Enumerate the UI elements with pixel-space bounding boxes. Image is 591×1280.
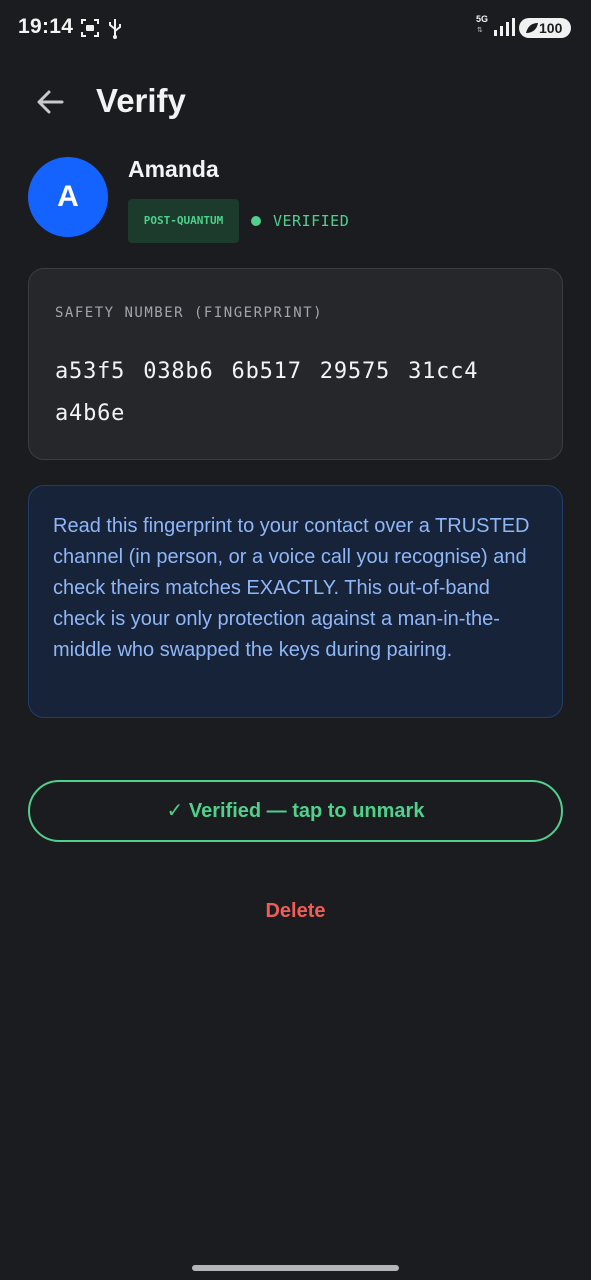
verification-info-box: Read this fingerprint to your contact ov… [28, 485, 563, 718]
signal-icon [494, 18, 515, 36]
avatar: A [28, 157, 108, 237]
contact-name: Amanda [128, 156, 219, 182]
screenshot-icon [81, 19, 99, 37]
fingerprint-value: a53f5 038b6 6b517 29575 31cc4 a4b6e [55, 359, 479, 426]
usb-icon [109, 19, 121, 39]
verify-screen: 19:14 5G ⇅ 100 Verify A Amanda POST-QUAN… [0, 0, 591, 1280]
verification-info-text: Read this fingerprint to your contact ov… [53, 515, 530, 661]
fingerprint-card: SAFETY NUMBER (FINGERPRINT) a53f5 038b6 … [28, 268, 563, 460]
home-indicator[interactable] [192, 1265, 399, 1271]
battery-saver-icon [526, 23, 538, 33]
fingerprint-label: SAFETY NUMBER (FINGERPRINT) [55, 305, 324, 321]
status-bar: 19:14 5G ⇅ 100 [0, 0, 591, 56]
page-title: Verify [96, 82, 186, 119]
delete-button[interactable]: Delete [245, 895, 346, 927]
verified-status-label: VERIFIED [273, 212, 350, 230]
status-time: 19:14 [18, 15, 74, 38]
battery-level: 100 [539, 20, 563, 36]
data-arrows-icon: ⇅ [477, 27, 483, 34]
verified-toggle-button[interactable]: ✓ Verified — tap to unmark [28, 780, 563, 842]
post-quantum-badge: POST-QUANTUM [128, 199, 239, 243]
back-button[interactable] [30, 84, 70, 124]
arrow-left-icon [37, 90, 64, 114]
network-type: 5G [476, 14, 489, 24]
verified-status-dot [251, 216, 261, 226]
